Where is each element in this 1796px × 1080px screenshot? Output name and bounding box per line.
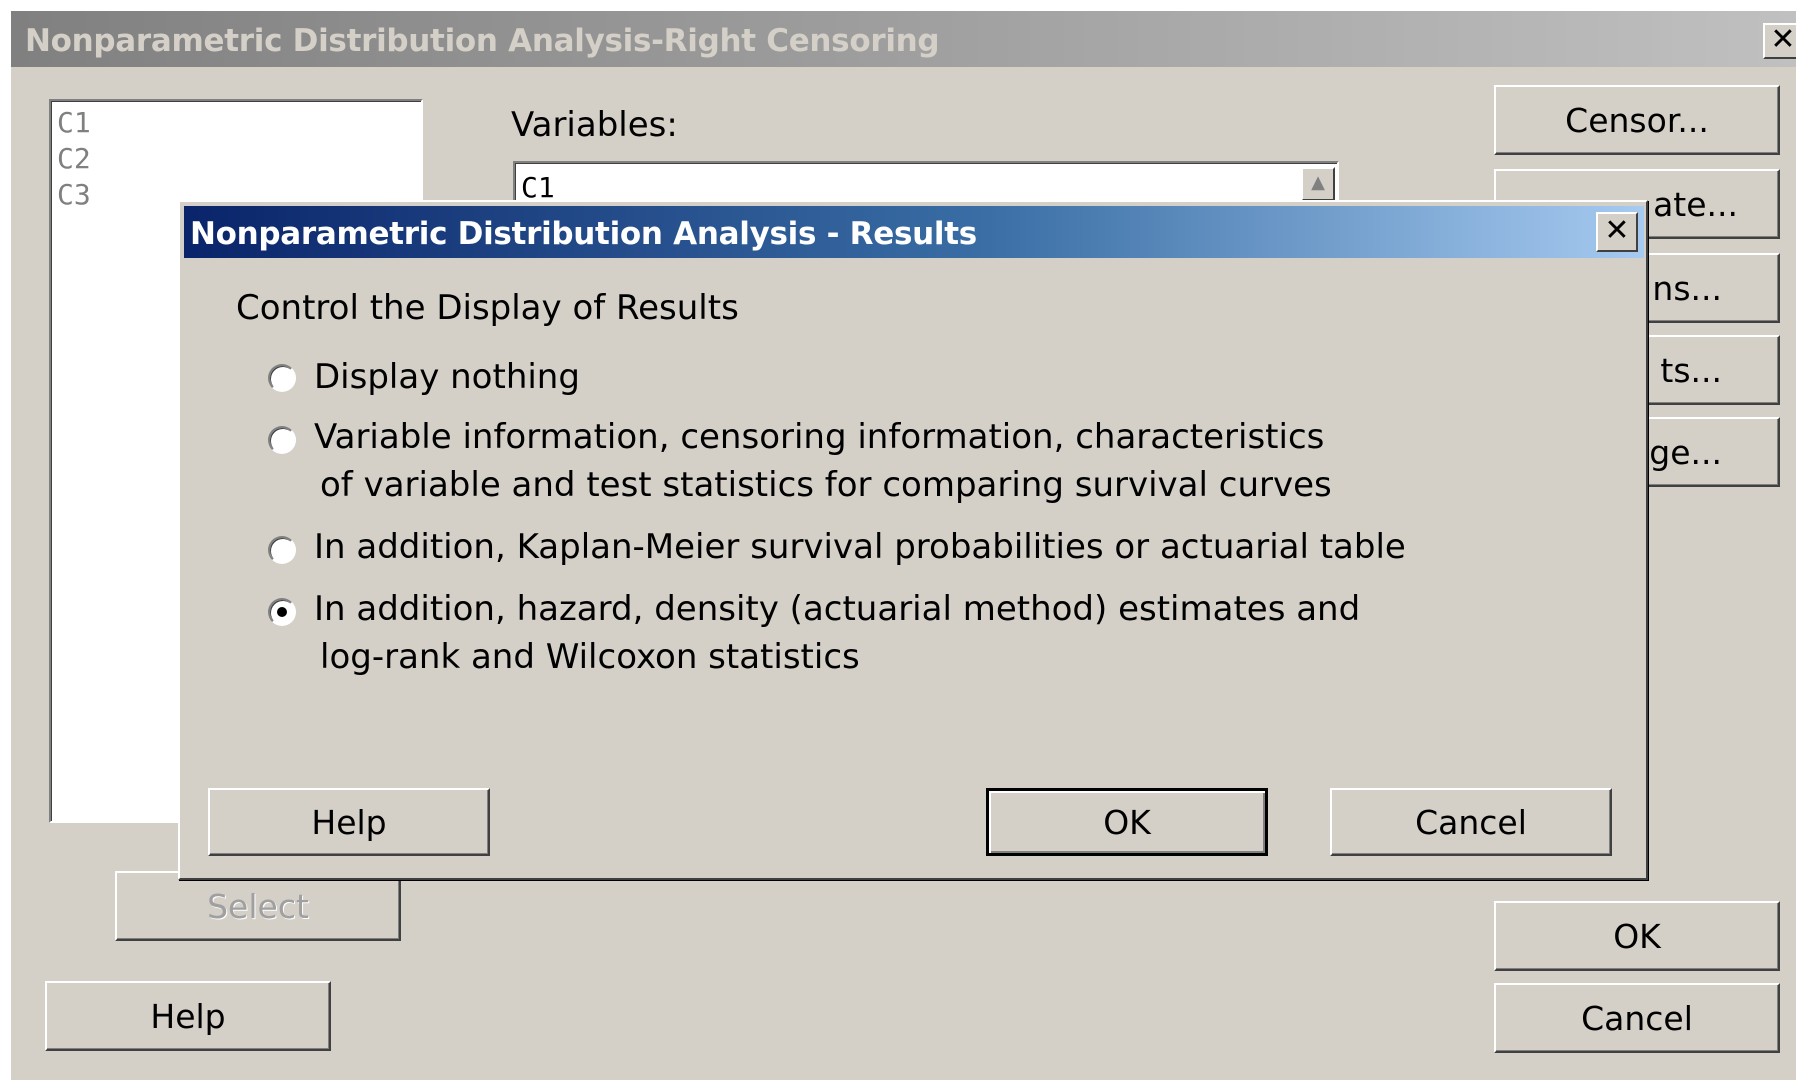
results-close-icon[interactable]: ✕	[1596, 212, 1638, 252]
column-list-item[interactable]: C1	[57, 105, 415, 141]
results-dialog-title: Nonparametric Distribution Analysis - Re…	[190, 216, 977, 252]
scroll-up-arrow-icon[interactable]: ▲	[1301, 167, 1335, 201]
background-close-icon[interactable]: ✕	[1763, 23, 1796, 59]
radio-button[interactable]	[268, 364, 296, 392]
radio-option-label: In addition, Kaplan-Meier survival proba…	[314, 527, 1406, 567]
radio-option-label: Variable information, censoring informat…	[314, 417, 1325, 457]
variables-label: Variables:	[511, 105, 678, 145]
radio-button[interactable]	[268, 536, 296, 564]
column-list-item[interactable]: C2	[57, 141, 415, 177]
background-help-button[interactable]: Help	[45, 981, 331, 1051]
results-dialog-titlebar: Nonparametric Distribution Analysis - Re…	[184, 206, 1644, 258]
results-dialog: Nonparametric Distribution Analysis - Re…	[178, 200, 1648, 880]
radio-option-label: Display nothing	[314, 357, 580, 397]
radio-button[interactable]	[268, 426, 296, 454]
select-button[interactable]: Select	[115, 871, 401, 941]
results-ok-button[interactable]: OK	[986, 788, 1268, 856]
background-ok-button[interactable]: OK	[1494, 901, 1780, 971]
radio-option-label-continued: log-rank and Wilcoxon statistics	[320, 637, 860, 677]
background-dialog-titlebar: Nonparametric Distribution Analysis-Righ…	[11, 11, 1796, 67]
censor-button[interactable]: Censor...	[1494, 85, 1780, 155]
results-help-button[interactable]: Help	[208, 788, 490, 856]
background-dialog-title: Nonparametric Distribution Analysis-Righ…	[25, 23, 940, 59]
radio-option-label-continued: of variable and test statistics for comp…	[320, 465, 1332, 505]
background-cancel-button[interactable]: Cancel	[1494, 983, 1780, 1053]
radio-selected-dot-icon	[277, 607, 287, 617]
results-cancel-button[interactable]: Cancel	[1330, 788, 1612, 856]
radio-button-selected[interactable]	[268, 598, 296, 626]
display-results-group-label: Control the Display of Results	[236, 288, 739, 328]
radio-option-label: In addition, hazard, density (actuarial …	[314, 589, 1361, 629]
